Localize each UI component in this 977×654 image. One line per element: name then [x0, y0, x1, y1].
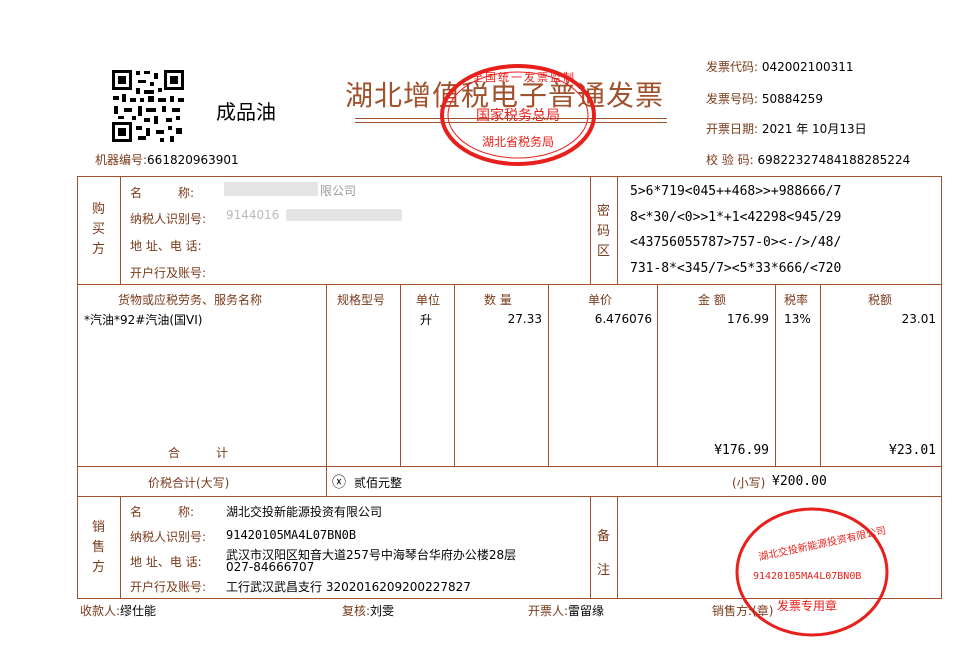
seller-phone-value: 027-84666707 — [226, 560, 315, 574]
col-header-name: 货物或应税劳务、服务名称 — [118, 293, 263, 307]
cipher-section-label: 密码区 — [597, 204, 611, 259]
grand-total-label: 价税合计(大写) — [148, 476, 230, 490]
product-type: 成品油 — [216, 100, 276, 124]
item-amount: 176.99 — [727, 312, 769, 326]
buyer-tax-id-value: 9144016 — [226, 206, 406, 224]
buyer-name-label: 名 称: — [130, 186, 195, 200]
item-qty: 27.33 — [507, 312, 542, 326]
seller-bank-label: 开户行及账号: — [130, 580, 207, 594]
machine-no: 机器编号:661820963901 — [95, 153, 239, 167]
vline-cipher-left — [590, 176, 591, 284]
seller-name-value: 湖北交投新能源投资有限公司 — [226, 505, 383, 519]
seller-seal-tax-id: 91420105MA4L07BN0B — [753, 571, 862, 582]
hline-items-bottom — [77, 466, 942, 467]
item-tax: 23.01 — [901, 312, 936, 326]
grand-total-lower-label: (小写) — [732, 476, 766, 490]
tax-bureau-seal: 全国统一发票监制 国家税务总局 湖北省税务局 — [438, 63, 598, 167]
seal-bottom-text: 湖北省税务局 — [482, 135, 555, 149]
footer-payee: 收款人:缪仕能 — [80, 604, 157, 618]
total-tax: ¥23.01 — [889, 443, 936, 458]
buyer-tax-id-redaction — [286, 209, 402, 221]
item-unit: 升 — [420, 313, 433, 327]
vline-items-2 — [400, 284, 401, 466]
footer-seller-stamp-label: 销售方:(章) — [712, 604, 774, 618]
cipher-line-1: 5>6*719<045++468>>+988666/7 — [630, 184, 842, 199]
col-header-tax: 税额 — [868, 293, 893, 307]
issue-date: 开票日期: 2021 年 10月13日 — [706, 122, 867, 136]
grand-total-upper: 贰佰元整 — [354, 476, 403, 490]
cipher-line-3: <43756055787>757-0><-/>/48/ — [630, 235, 842, 250]
seller-tax-id-label: 纳税人识别号: — [130, 530, 207, 544]
seller-tax-id-value: 91420105MA4L07BN0B — [226, 528, 357, 542]
buyer-tax-id-text: 9144016 — [226, 208, 280, 222]
hline-buyer-bottom — [77, 284, 942, 285]
item-price: 6.476076 — [594, 312, 652, 326]
item-rate: 13% — [784, 312, 811, 326]
remark-label: 备注 — [597, 529, 611, 578]
seal-top-text: 全国统一发票监制 — [472, 71, 576, 84]
vline-remark-left — [590, 496, 591, 599]
total-amount: ¥176.99 — [714, 443, 769, 458]
total-label: 合 计 — [168, 446, 229, 460]
cipher-line-2: 8<*30/<0>>1*+1<42298<945/29 — [630, 210, 842, 225]
buyer-name-text: 限公司 — [320, 184, 357, 198]
buyer-name-value: 限公司 — [224, 180, 384, 198]
seller-section-label: 销售方 — [92, 520, 106, 575]
qr-code — [110, 68, 186, 144]
seller-name-label: 名 称: — [130, 505, 195, 519]
col-header-rate: 税率 — [784, 293, 809, 307]
col-header-price: 单价 — [588, 293, 613, 307]
col-header-spec: 规格型号 — [337, 293, 386, 307]
buyer-name-redaction — [224, 182, 318, 196]
vline-cipher-label — [617, 176, 618, 284]
seller-seal-bottom-text: 发票专用章 — [777, 599, 838, 613]
invoice-no: 发票号码: 50884259 — [706, 92, 823, 106]
footer-reviewer: 复核:刘雯 — [342, 604, 395, 618]
cipher-line-4: 731-8*<345/7><5*33*666/<720 — [630, 261, 842, 276]
buyer-bank-label: 开户行及账号: — [130, 266, 207, 280]
col-header-unit: 单位 — [416, 293, 441, 307]
col-header-qty: 数 量 — [484, 293, 512, 307]
check-code: 校 验 码: 69822327484188285224 — [706, 153, 911, 167]
vline-seller-label — [120, 496, 121, 599]
vline-remark-right — [617, 496, 618, 599]
invoice-code: 发票代码: 042002100311 — [706, 60, 854, 74]
grand-total-lower-value: ¥200.00 — [772, 474, 827, 489]
grand-total-circle-x: ⓧ — [332, 475, 346, 491]
seal-middle-text: 国家税务总局 — [476, 108, 560, 124]
buyer-section-label: 购买方 — [92, 202, 106, 257]
vline-buyer-label — [120, 176, 121, 284]
vline-items-1 — [326, 284, 327, 496]
buyer-tax-id-label: 纳税人识别号: — [130, 212, 207, 226]
hline-total-bottom — [77, 496, 942, 497]
seller-bank-value: 工行武汉武昌支行 3202016209200227827 — [226, 580, 471, 594]
seller-address-label: 地 址、电 话: — [130, 555, 202, 569]
item-name: *汽油*92#汽油(国VI) — [84, 313, 203, 327]
footer-drawer: 开票人:雷留缘 — [528, 604, 605, 618]
col-header-amount: 金 额 — [698, 293, 726, 307]
buyer-address-label: 地 址、电 话: — [130, 239, 202, 253]
